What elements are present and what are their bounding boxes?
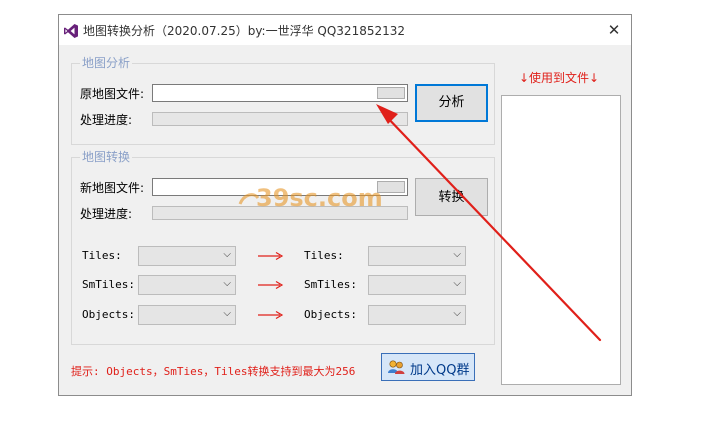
watermark-logo: 39sc.com	[238, 184, 383, 214]
used-files-header: ↓使用到文件↓	[519, 71, 600, 85]
chevron-down-icon: ⌵	[453, 278, 461, 289]
close-icon[interactable]: ✕	[603, 19, 625, 41]
objects-source-label: Objects:	[82, 308, 135, 321]
objects-arrow-icon	[258, 310, 284, 320]
watermark-text: 39sc.com	[256, 184, 383, 212]
join-qq-group-button[interactable]: 加入QQ群	[381, 353, 475, 381]
objects-target-select[interactable]: ⌵	[368, 305, 466, 325]
original-file-field[interactable]	[152, 84, 408, 102]
objects-target-label: Objects:	[304, 308, 357, 321]
chevron-down-icon: ⌵	[453, 308, 461, 319]
qq-group-icon	[388, 360, 405, 374]
hint-text: 提示: Objects，SmTies，Tiles转换支持到最大为256	[71, 365, 356, 378]
chevron-down-icon: ⌵	[223, 278, 231, 289]
convert-button[interactable]: 转换	[415, 178, 488, 216]
tiles-source-select[interactable]: ⌵	[138, 246, 236, 266]
window-title: 地图转换分析（2020.07.25）by:一世浮华 QQ321852132	[83, 24, 406, 38]
chevron-down-icon: ⌵	[223, 308, 231, 319]
smtiles-source-select[interactable]: ⌵	[138, 275, 236, 295]
new-file-label: 新地图文件:	[80, 181, 145, 195]
tiles-target-select[interactable]: ⌵	[368, 246, 466, 266]
smtiles-arrow-icon	[258, 280, 284, 290]
analysis-progress-bar	[152, 112, 408, 126]
analysis-progress-label: 处理进度:	[80, 113, 133, 127]
used-files-list[interactable]	[501, 95, 621, 385]
smtiles-target-select[interactable]: ⌵	[368, 275, 466, 295]
smtiles-target-label: SmTiles:	[304, 278, 357, 291]
chevron-down-icon: ⌵	[223, 249, 231, 260]
original-file-label: 原地图文件:	[80, 87, 145, 101]
objects-source-select[interactable]: ⌵	[138, 305, 236, 325]
analysis-group-title: 地图分析	[80, 54, 133, 71]
join-qq-group-label: 加入QQ群	[410, 363, 470, 378]
analyze-button[interactable]: 分析	[415, 84, 488, 122]
smtiles-source-label: SmTiles:	[82, 278, 135, 291]
analysis-group: 地图分析 原地图文件: 处理进度: 分析	[71, 54, 495, 145]
convert-progress-label: 处理进度:	[80, 207, 133, 221]
title-bar: 地图转换分析（2020.07.25）by:一世浮华 QQ321852132 ✕	[59, 15, 631, 45]
tiles-arrow-icon	[258, 251, 284, 261]
convert-button-label: 转换	[438, 190, 465, 205]
app-icon	[64, 24, 78, 38]
analyze-button-label: 分析	[438, 95, 465, 110]
chevron-down-icon: ⌵	[453, 249, 461, 260]
tiles-target-label: Tiles:	[304, 249, 344, 262]
convert-group-title: 地图转换	[80, 148, 133, 165]
original-file-browse-button[interactable]	[377, 87, 405, 99]
tiles-source-label: Tiles:	[82, 249, 122, 262]
